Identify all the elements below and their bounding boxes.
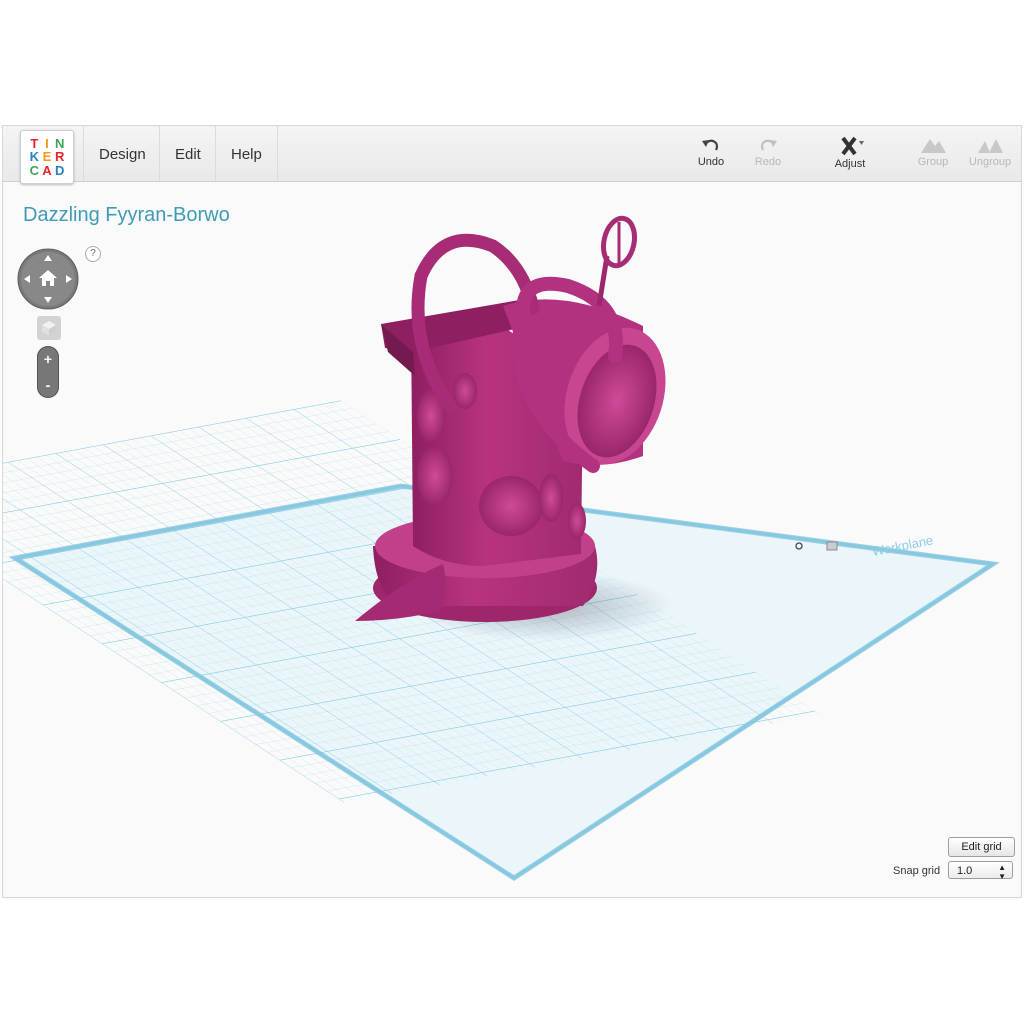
zoom-out-button[interactable]: - [37, 372, 59, 398]
ungroup-label: Ungroup [968, 156, 1012, 168]
ungroup-icon [978, 139, 1003, 153]
menu-help[interactable]: Help [215, 126, 278, 181]
logo-letter: N [54, 136, 65, 151]
logo-letter: K [29, 149, 40, 165]
snap-grid-value: 1.0 [957, 865, 973, 877]
adjust-icon [841, 136, 864, 156]
menu-design[interactable]: Design [83, 126, 161, 181]
logo-letter: E [42, 149, 52, 165]
logo-letter: D [54, 162, 65, 178]
view-cube-icon[interactable] [37, 316, 61, 340]
group-icon [921, 139, 946, 153]
redo-icon [760, 139, 777, 151]
ungroup-button[interactable]: Ungroup [965, 136, 1015, 168]
snap-grid-label: Snap grid [893, 865, 941, 877]
logo-letter: R [54, 149, 65, 165]
redo-button[interactable]: Redo [743, 136, 793, 168]
logo-letter: I [45, 136, 49, 151]
group-label: Group [917, 156, 949, 168]
help-button[interactable]: ? [85, 246, 101, 262]
adjust-button[interactable]: Adjust [825, 136, 875, 170]
edit-grid-button[interactable]: Edit grid [948, 837, 1015, 857]
ruler-icon[interactable] [826, 541, 838, 551]
adjust-label: Adjust [834, 158, 866, 170]
group-button[interactable]: Group [908, 136, 958, 168]
design-title[interactable]: Dazzling Fyyran-Borwo [23, 204, 230, 227]
undo-button[interactable]: Undo [686, 136, 736, 168]
zoom-in-button[interactable]: + [37, 346, 59, 372]
logo-letter: T [30, 136, 39, 151]
snap-grid-select[interactable]: 1.0 ▲ ▼ [948, 861, 1013, 881]
undo-icon [702, 139, 719, 151]
logo-letter: A [42, 162, 52, 178]
undo-label: Undo [697, 156, 725, 168]
menu-edit[interactable]: Edit [159, 126, 216, 181]
workplane-viewport[interactable]: Workplane [3, 126, 1022, 898]
zoom-control: + - [37, 346, 59, 398]
select-arrows-icon: ▲ ▼ [998, 863, 1006, 881]
view-navigation-pad[interactable] [17, 248, 79, 310]
logo-letter: C [29, 162, 40, 178]
redo-label: Redo [754, 156, 782, 168]
tinkercad-window: Workplane T I N K E R C A D Design Edit … [2, 125, 1022, 898]
top-toolbar: T I N K E R C A D Design Edit Help Undo … [3, 126, 1021, 184]
tinkercad-logo[interactable]: T I N K E R C A D [20, 130, 74, 184]
